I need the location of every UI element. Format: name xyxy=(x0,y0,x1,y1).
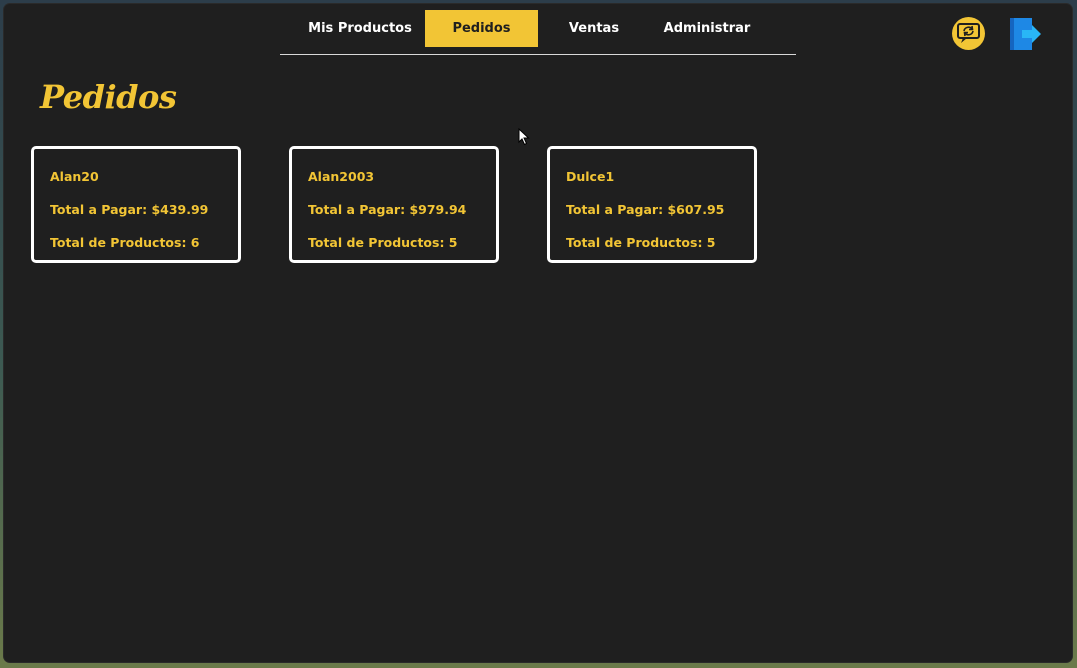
order-products-count: Total de Productos: 5 xyxy=(308,235,458,250)
top-nav: Mis Productos Pedidos Ventas Administrar xyxy=(280,10,796,55)
order-card[interactable]: Dulce1 Total a Pagar: $607.95 Total de P… xyxy=(547,146,757,263)
order-products-count: Total de Productos: 6 xyxy=(50,235,200,250)
tab-mis-productos[interactable]: Mis Productos xyxy=(300,10,420,47)
mouse-cursor-icon xyxy=(518,128,530,146)
order-products-count: Total de Productos: 5 xyxy=(566,235,716,250)
tab-pedidos[interactable]: Pedidos xyxy=(425,10,538,47)
order-total: Total a Pagar: $439.99 xyxy=(50,202,209,217)
tab-administrar[interactable]: Administrar xyxy=(650,10,764,47)
refresh-button[interactable] xyxy=(952,17,985,50)
app-window: Mis Productos Pedidos Ventas Administrar… xyxy=(4,4,1072,662)
order-total: Total a Pagar: $607.95 xyxy=(566,202,725,217)
logout-button[interactable] xyxy=(1008,16,1042,52)
order-card[interactable]: Alan2003 Total a Pagar: $979.94 Total de… xyxy=(289,146,499,263)
order-user: Dulce1 xyxy=(566,169,615,184)
logout-icon xyxy=(1010,18,1041,50)
page-title: Pedidos xyxy=(40,78,177,116)
order-user: Alan20 xyxy=(50,169,99,184)
order-card[interactable]: Alan20 Total a Pagar: $439.99 Total de P… xyxy=(31,146,241,263)
refresh-icon xyxy=(957,23,980,43)
tab-ventas[interactable]: Ventas xyxy=(550,10,638,47)
order-total: Total a Pagar: $979.94 xyxy=(308,202,467,217)
order-user: Alan2003 xyxy=(308,169,375,184)
